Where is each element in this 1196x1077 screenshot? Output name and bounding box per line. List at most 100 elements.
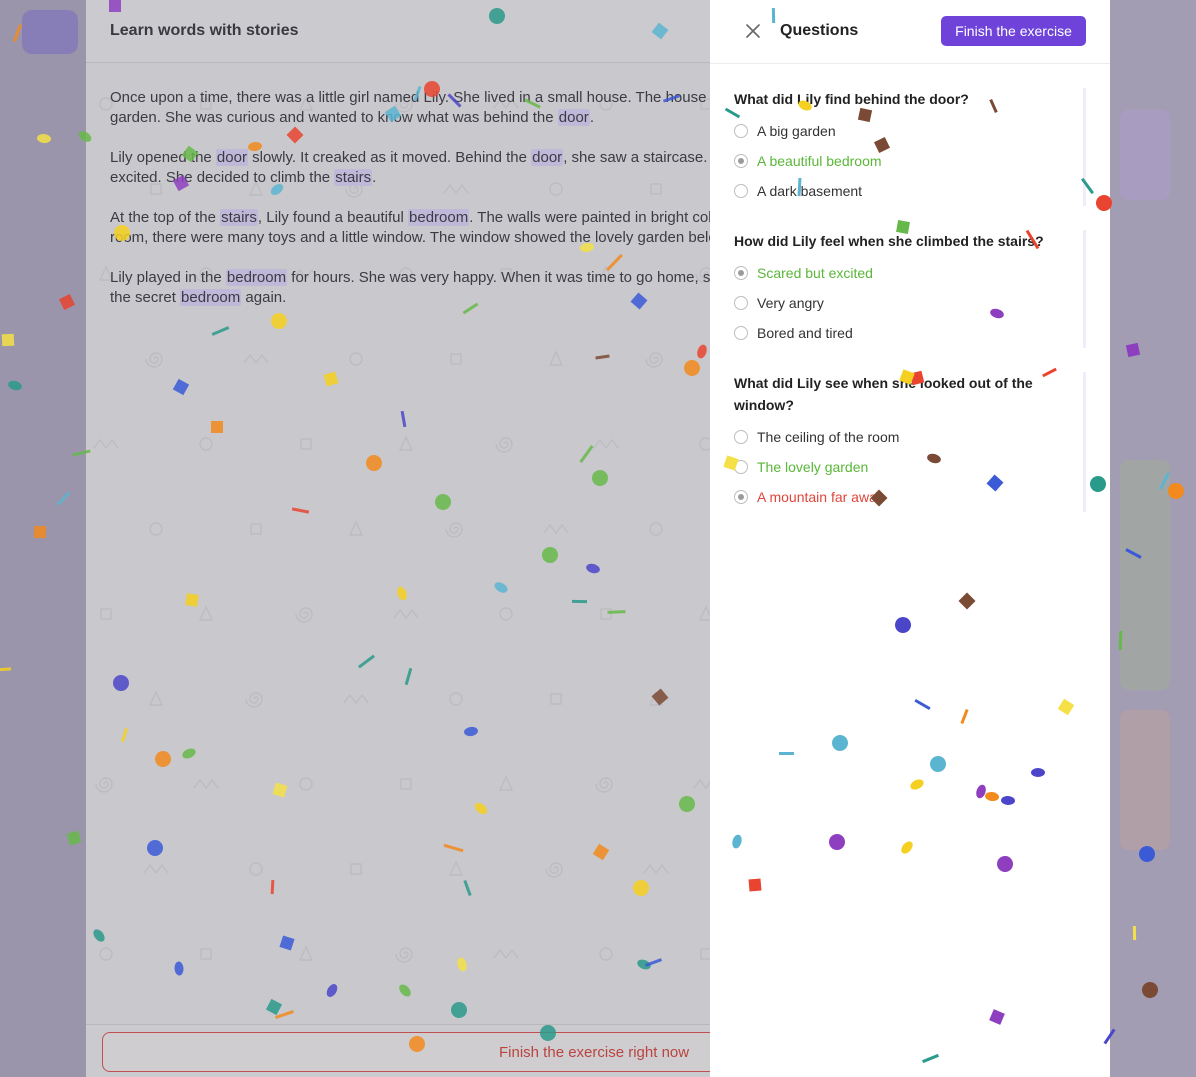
pattern-shape bbox=[350, 863, 362, 875]
pattern-shape bbox=[93, 438, 119, 450]
story-paragraph: Lily played in the bedroom for hours. Sh… bbox=[110, 268, 710, 308]
vocab-word[interactable]: bedroom bbox=[225, 269, 288, 286]
answer-option[interactable]: Scared but excited bbox=[734, 258, 1071, 288]
radio-button[interactable] bbox=[734, 490, 748, 504]
answer-option[interactable]: The ceiling of the room bbox=[734, 422, 1071, 452]
finish-exercise-button[interactable]: Finish the exercise bbox=[941, 16, 1086, 46]
pattern-shape bbox=[550, 693, 562, 705]
pattern-shape bbox=[400, 778, 412, 790]
story-text-segment: for hours. She was very happy. When it w… bbox=[291, 269, 710, 286]
answer-option[interactable]: A beautiful bedroom bbox=[734, 146, 1071, 176]
panel-header: Questions Finish the exercise bbox=[710, 0, 1110, 64]
pattern-shape bbox=[295, 607, 313, 623]
pattern-shape bbox=[700, 948, 710, 960]
story-text-segment: . bbox=[372, 169, 377, 186]
pattern-shape bbox=[449, 692, 463, 706]
reader-footer: Finish the exercise right now bbox=[86, 1024, 710, 1077]
pattern-shape bbox=[600, 608, 612, 620]
story-text: Once upon a time, there was a little gir… bbox=[110, 88, 710, 328]
pattern-shape bbox=[445, 522, 463, 538]
pattern-shape bbox=[299, 777, 313, 791]
vocab-word[interactable]: bedroom bbox=[180, 289, 242, 306]
pattern-shape bbox=[450, 353, 462, 365]
pattern-shape bbox=[543, 523, 569, 535]
finish-exercise-now-button[interactable]: Finish the exercise right now bbox=[102, 1032, 710, 1072]
story-text-segment: Lily played in the bbox=[110, 269, 226, 286]
pattern-shape bbox=[599, 947, 613, 961]
pattern-shape bbox=[100, 608, 112, 620]
answer-option-label: The ceiling of the room bbox=[757, 429, 900, 445]
story-text-segment: Once upon a time, there was a little gir… bbox=[110, 89, 710, 106]
answer-option-label: Scared but excited bbox=[757, 265, 873, 281]
pattern-shape bbox=[250, 523, 262, 535]
answer-option[interactable]: The lovely garden bbox=[734, 452, 1071, 482]
radio-button[interactable] bbox=[734, 460, 748, 474]
radio-button[interactable] bbox=[734, 124, 748, 138]
story-text-segment: . The walls were painted in bright color… bbox=[469, 209, 710, 226]
pattern-shape bbox=[298, 945, 314, 961]
pattern-shape bbox=[643, 863, 669, 875]
answer-option-label: A beautiful bedroom bbox=[757, 153, 882, 169]
vocab-word[interactable]: door bbox=[215, 149, 248, 166]
background-right-strip bbox=[1110, 0, 1196, 1077]
radio-button[interactable] bbox=[734, 184, 748, 198]
story-paragraph: At the top of the stairs, Lily found a b… bbox=[110, 208, 710, 248]
story-text-segment: garden. She was curious and wanted to kn… bbox=[110, 109, 558, 126]
vocab-word[interactable]: door bbox=[531, 149, 564, 166]
pattern-shape bbox=[645, 352, 663, 368]
pattern-shape bbox=[398, 435, 414, 451]
story-text-segment: . bbox=[589, 109, 594, 126]
story-text-segment: At the top of the bbox=[110, 209, 221, 226]
answer-option-label: A mountain far away bbox=[757, 489, 884, 505]
pattern-shape bbox=[593, 438, 619, 450]
question-block: What did Lily find behind the door? A big… bbox=[734, 88, 1086, 206]
story-text-segment: , Lily found a beautiful bbox=[257, 209, 409, 226]
radio-button[interactable] bbox=[734, 326, 748, 340]
pattern-shape bbox=[193, 778, 219, 790]
pattern-shape bbox=[693, 778, 710, 790]
reader-header: Learn words with stories bbox=[86, 0, 710, 63]
pattern-shape bbox=[348, 520, 364, 536]
story-paragraph: Once upon a time, there was a little gir… bbox=[110, 88, 710, 128]
pattern-shape bbox=[343, 693, 369, 705]
question-text: How did Lily feel when she climbed the s… bbox=[734, 233, 1044, 249]
answer-option[interactable]: Bored and tired bbox=[734, 318, 1071, 348]
close-icon[interactable] bbox=[742, 20, 764, 42]
answer-option[interactable]: Very angry bbox=[734, 288, 1071, 318]
pattern-shape bbox=[395, 947, 413, 963]
reader-title: Learn words with stories bbox=[110, 22, 299, 39]
pattern-shape bbox=[595, 777, 613, 793]
pattern-shape bbox=[699, 437, 710, 451]
question-block: How did Lily feel when she climbed the s… bbox=[734, 230, 1086, 348]
answer-option-label: Very angry bbox=[757, 295, 824, 311]
pattern-shape bbox=[95, 777, 113, 793]
pattern-shape bbox=[143, 863, 169, 875]
story-text-segment: the secret bbox=[110, 289, 181, 306]
radio-button[interactable] bbox=[734, 154, 748, 168]
pattern-shape bbox=[199, 437, 213, 451]
radio-button[interactable] bbox=[734, 266, 748, 280]
pattern-shape bbox=[200, 948, 212, 960]
answer-option[interactable]: A mountain far away bbox=[734, 482, 1071, 512]
vocab-word[interactable]: stairs bbox=[220, 209, 258, 226]
answer-option[interactable]: A dark basement bbox=[734, 176, 1071, 206]
questions-list: What did Lily find behind the door? A big… bbox=[734, 88, 1086, 536]
vocab-word[interactable]: stairs bbox=[334, 169, 373, 186]
radio-button[interactable] bbox=[734, 296, 748, 310]
vocab-word[interactable]: door bbox=[557, 109, 590, 126]
pattern-shape bbox=[498, 775, 514, 791]
answer-option-label: Bored and tired bbox=[757, 325, 853, 341]
pattern-shape bbox=[493, 948, 519, 960]
pattern-shape bbox=[145, 352, 163, 368]
story-text-segment: again. bbox=[241, 289, 287, 306]
pattern-shape bbox=[499, 607, 513, 621]
vocab-word[interactable]: bedroom bbox=[408, 209, 470, 226]
radio-button[interactable] bbox=[734, 430, 748, 444]
pattern-shape bbox=[545, 862, 563, 878]
pattern-shape bbox=[548, 350, 564, 366]
answer-option-label: The lovely garden bbox=[757, 459, 869, 475]
question-text: What did Lily see when she looked out of… bbox=[734, 375, 1033, 413]
pattern-shape bbox=[148, 690, 164, 706]
pattern-shape bbox=[149, 522, 163, 536]
answer-option[interactable]: A big garden bbox=[734, 116, 1071, 146]
